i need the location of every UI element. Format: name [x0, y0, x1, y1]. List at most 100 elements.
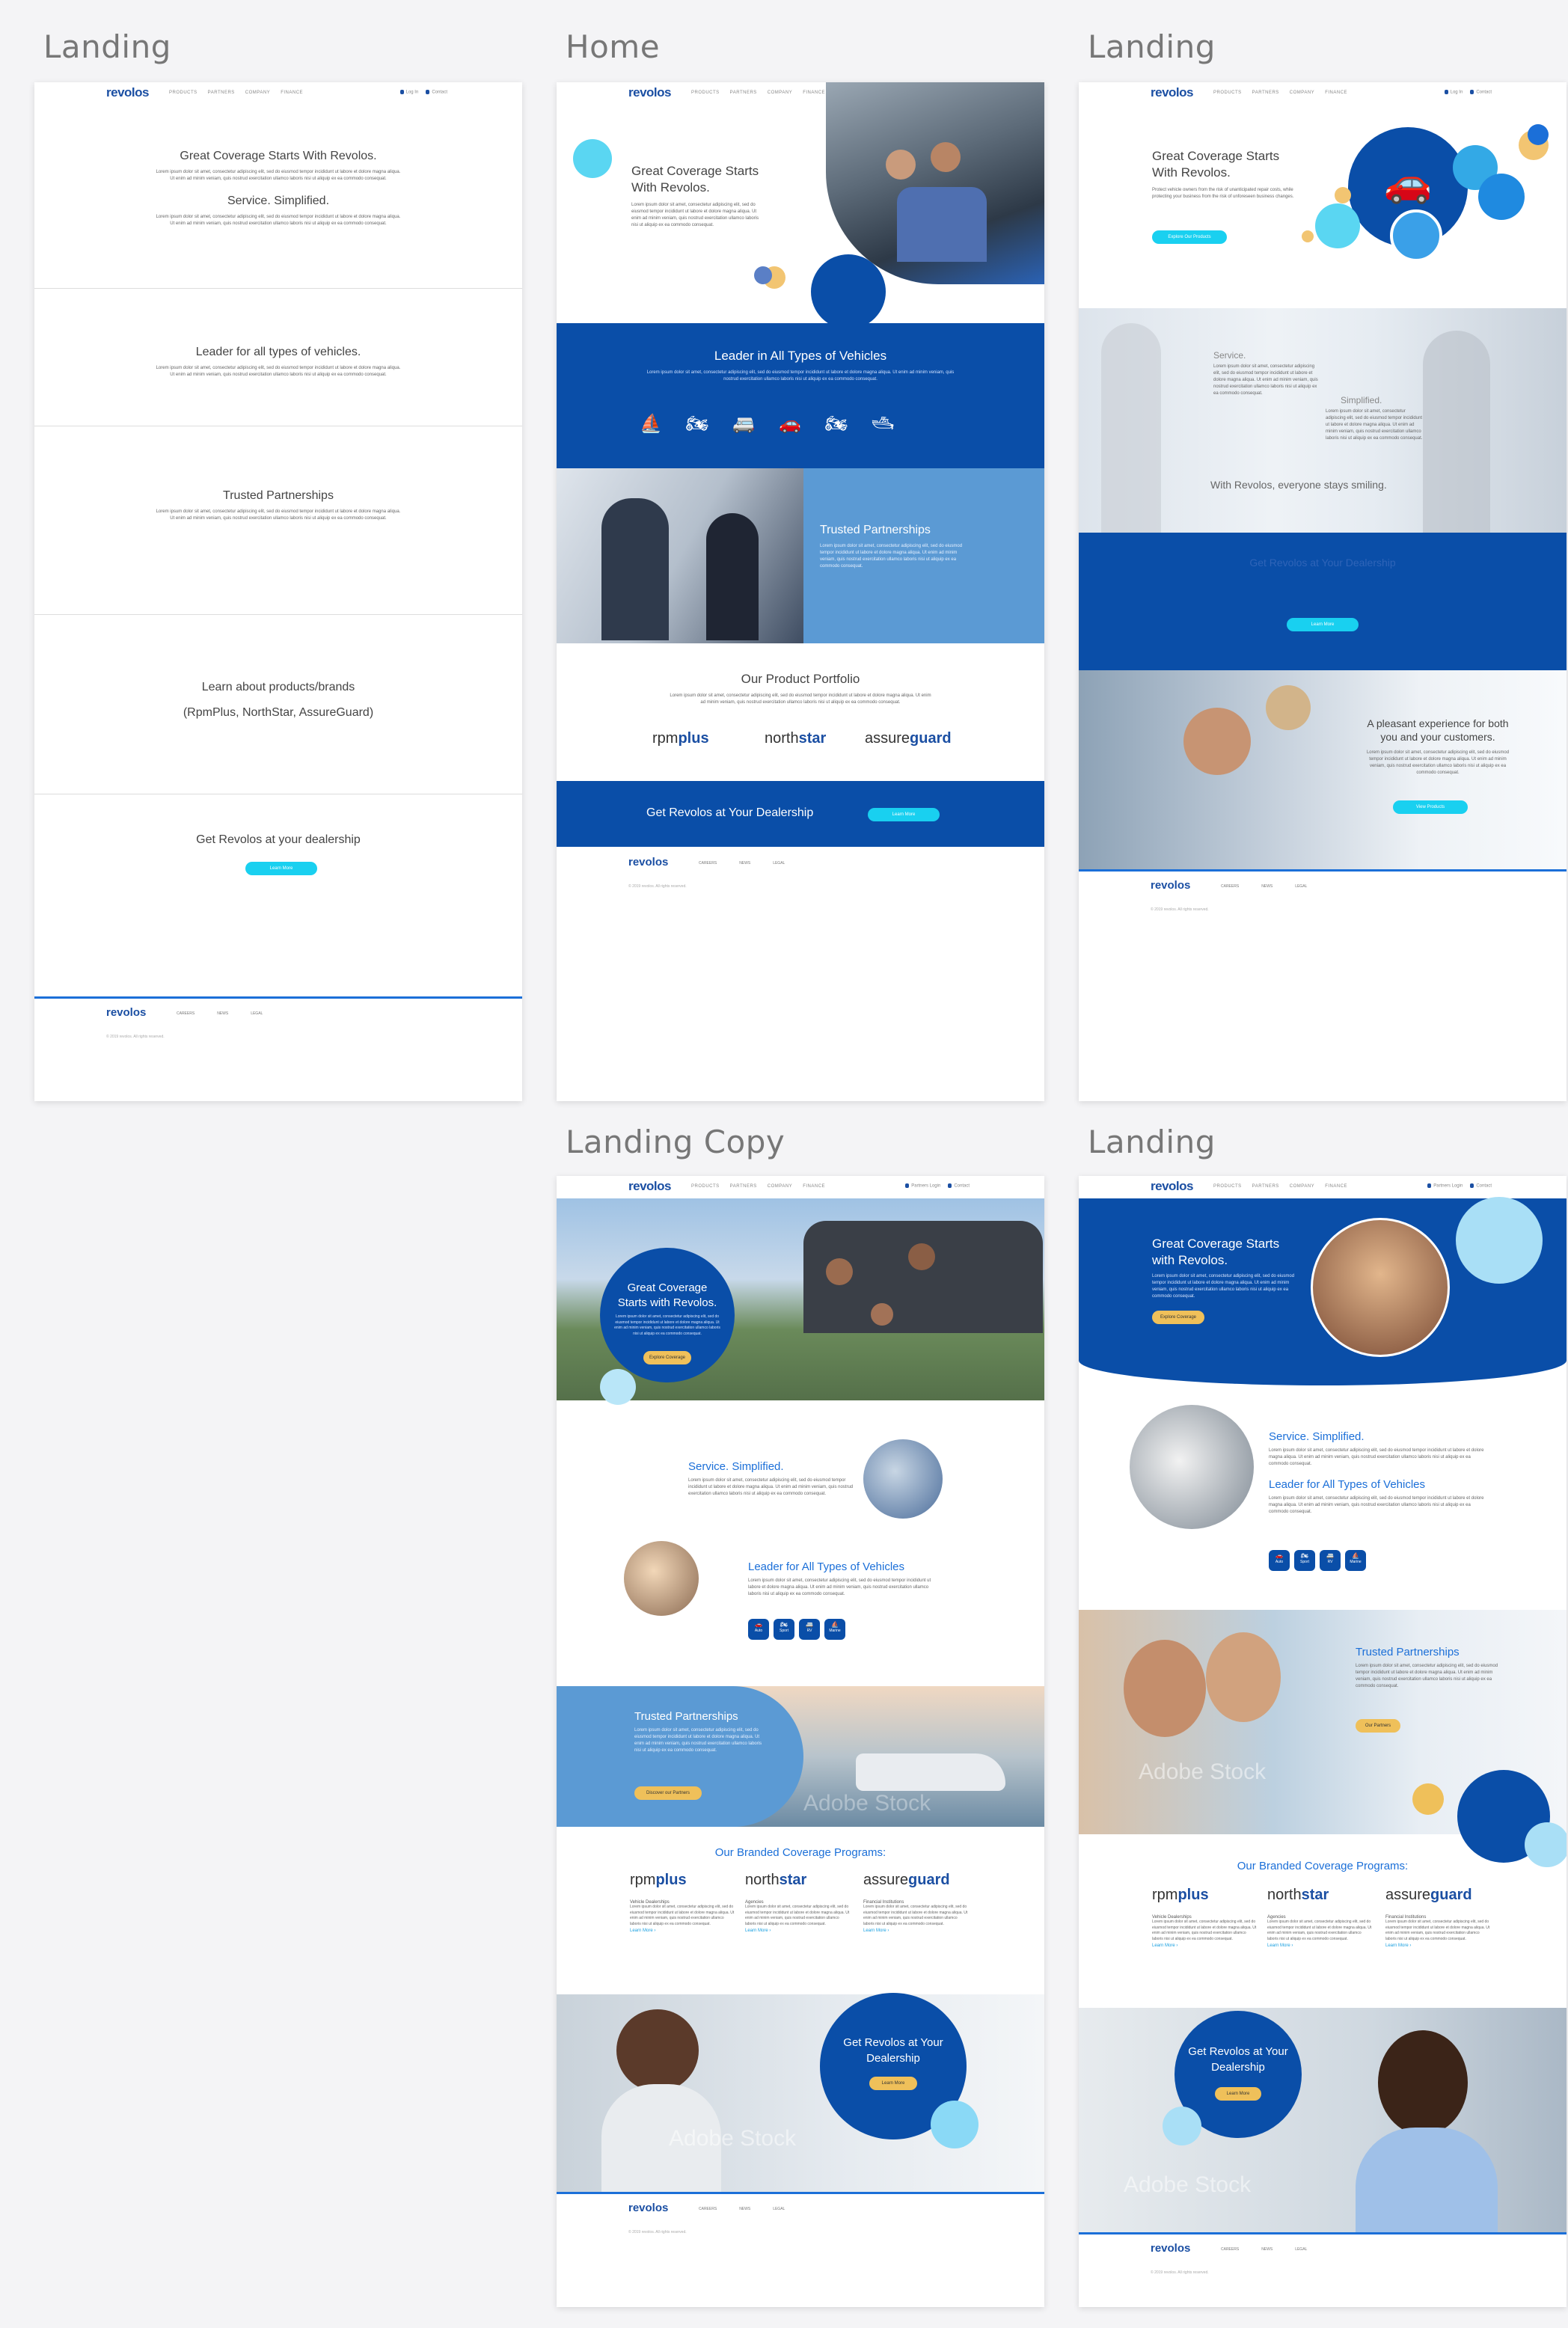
program-link[interactable]: Learn More ›: [1385, 1943, 1490, 1948]
contact-link[interactable]: Contact: [1470, 1183, 1492, 1189]
jetski-icon[interactable]: 🛥: [868, 413, 898, 434]
northstar-logo[interactable]: northstar: [745, 1872, 806, 1889]
nav-link[interactable]: PRODUCTS: [169, 91, 197, 95]
northstar-logo[interactable]: northstar: [1267, 1887, 1329, 1904]
footer-link[interactable]: CAREERS: [1221, 884, 1239, 889]
footer: revolos CAREERS NEWS LEGAL © 2019 revolo…: [1079, 2232, 1567, 2292]
learn-more-button[interactable]: Learn More: [869, 2077, 917, 2090]
assureguard-logo[interactable]: assureguard: [865, 730, 952, 747]
contact-link[interactable]: Contact: [1470, 90, 1492, 95]
footer-logo[interactable]: revolos: [106, 1006, 146, 1019]
motorcycle-icon[interactable]: 🏍: [821, 413, 851, 434]
logo[interactable]: revolos: [1151, 1179, 1193, 1194]
contact-link[interactable]: Contact: [426, 90, 447, 95]
footer-link[interactable]: LEGAL: [1295, 2247, 1307, 2252]
frame-landing-circles[interactable]: revolos PRODUCTS PARTNERS COMPANY FINANC…: [1079, 82, 1567, 1101]
nav-link[interactable]: COMPANY: [768, 1184, 792, 1189]
footer-link[interactable]: NEWS: [739, 861, 750, 866]
footer-link[interactable]: CAREERS: [1221, 2247, 1239, 2252]
learn-more-button[interactable]: Learn More: [1287, 618, 1359, 631]
explore-products-button[interactable]: Explore Our Products: [1152, 230, 1227, 244]
logo[interactable]: revolos: [628, 1179, 671, 1194]
nav-link[interactable]: COMPANY: [1290, 1184, 1314, 1189]
footer-link[interactable]: NEWS: [1261, 884, 1273, 889]
view-products-button[interactable]: View Products: [1393, 800, 1468, 814]
rv-tile[interactable]: 🚐 RV: [1320, 1550, 1341, 1571]
footer-link[interactable]: LEGAL: [773, 861, 785, 866]
nav-link[interactable]: PARTNERS: [1252, 91, 1279, 95]
rpmplus-logo[interactable]: rpmplus: [652, 730, 709, 747]
nav-link[interactable]: PRODUCTS: [1213, 91, 1242, 95]
footer-link[interactable]: LEGAL: [251, 1011, 263, 1016]
sport-tile[interactable]: 🏍 Sport: [774, 1619, 794, 1640]
program-link[interactable]: Learn More ›: [1267, 1943, 1372, 1948]
footer-logo[interactable]: revolos: [1151, 879, 1190, 892]
learn-more-button[interactable]: Learn More: [1215, 2087, 1261, 2101]
login-link[interactable]: Log In: [1444, 90, 1463, 95]
nav-link[interactable]: PRODUCTS: [691, 91, 720, 95]
footer-link[interactable]: LEGAL: [1295, 884, 1307, 889]
partners-login-link[interactable]: Partners Login: [905, 1183, 940, 1189]
learn-more-button[interactable]: Learn More: [868, 808, 940, 821]
discover-partners-button[interactable]: Discover our Partners: [634, 1786, 702, 1800]
copyright: © 2019 revolos. All rights reserved.: [1151, 907, 1209, 912]
learn-more-button[interactable]: Learn More: [245, 862, 317, 875]
atv-icon[interactable]: 🏍: [682, 413, 712, 434]
nav-link[interactable]: FINANCE: [803, 91, 825, 95]
footer-link[interactable]: LEGAL: [773, 2207, 785, 2211]
car-icon[interactable]: 🚗: [775, 413, 805, 434]
auto-tile[interactable]: 🚗 Auto: [748, 1619, 769, 1640]
rv-icon[interactable]: 🚐: [729, 413, 759, 434]
nav-link[interactable]: PRODUCTS: [691, 1184, 720, 1189]
our-partners-button[interactable]: Our Partners: [1356, 1719, 1400, 1733]
footer-logo[interactable]: revolos: [1151, 2242, 1190, 2255]
program-link[interactable]: Learn More ›: [745, 1929, 850, 1933]
program-link[interactable]: Learn More ›: [630, 1929, 735, 1933]
program-link[interactable]: Learn More ›: [863, 1929, 968, 1933]
nav-link[interactable]: PRODUCTS: [1213, 1184, 1242, 1189]
nav-link[interactable]: COMPANY: [1290, 91, 1314, 95]
footer-logo[interactable]: revolos: [628, 856, 668, 869]
logo[interactable]: revolos: [628, 85, 671, 100]
sport-tile[interactable]: 🏍 Sport: [1294, 1550, 1315, 1571]
nav-link[interactable]: FINANCE: [1325, 1184, 1347, 1189]
nav-link[interactable]: PARTNERS: [730, 1184, 757, 1189]
frame-landing-final[interactable]: revolos PRODUCTS PARTNERS COMPANY FINANC…: [1079, 1176, 1567, 2307]
marine-tile[interactable]: ⛵ Marine: [1345, 1550, 1366, 1571]
partners-login-link[interactable]: Partners Login: [1427, 1183, 1463, 1189]
rv-tile[interactable]: 🚐 RV: [799, 1619, 820, 1640]
nav-link[interactable]: COMPANY: [245, 91, 270, 95]
login-link[interactable]: Log In: [399, 90, 418, 95]
marine-tile[interactable]: ⛵ Marine: [824, 1619, 845, 1640]
footer-link[interactable]: NEWS: [217, 1011, 228, 1016]
footer-link[interactable]: CAREERS: [699, 861, 717, 866]
footer-link[interactable]: CAREERS: [177, 1011, 195, 1016]
explore-coverage-button[interactable]: Explore Coverage: [643, 1351, 691, 1364]
logo[interactable]: revolos: [1151, 85, 1193, 100]
nav-link[interactable]: PARTNERS: [1252, 1184, 1279, 1189]
nav-link[interactable]: FINANCE: [1325, 91, 1347, 95]
nav-link[interactable]: PARTNERS: [208, 91, 235, 95]
frame-landing-copy[interactable]: revolos PRODUCTS PARTNERS COMPANY FINANC…: [557, 1176, 1044, 2307]
contact-link[interactable]: Contact: [948, 1183, 970, 1189]
footer-logo[interactable]: revolos: [628, 2202, 668, 2214]
explore-coverage-button[interactable]: Explore Coverage: [1152, 1311, 1204, 1324]
footer-link[interactable]: NEWS: [1261, 2247, 1273, 2252]
nav-link[interactable]: FINANCE: [281, 91, 303, 95]
program-link[interactable]: Learn More ›: [1152, 1943, 1257, 1948]
auto-tile[interactable]: 🚗 Auto: [1269, 1550, 1290, 1571]
rpmplus-logo[interactable]: rpmplus: [1152, 1887, 1209, 1904]
footer-link[interactable]: NEWS: [739, 2207, 750, 2211]
nav-link[interactable]: COMPANY: [768, 91, 792, 95]
nav-link[interactable]: PARTNERS: [730, 91, 757, 95]
northstar-logo[interactable]: northstar: [765, 730, 826, 747]
boat-icon[interactable]: ⛵: [636, 413, 666, 434]
footer-link[interactable]: CAREERS: [699, 2207, 717, 2211]
logo[interactable]: revolos: [106, 85, 149, 100]
frame-wireframe[interactable]: revolos PRODUCTS PARTNERS COMPANY FINANC…: [34, 82, 522, 1101]
frame-home[interactable]: revolos PRODUCTS PARTNERS COMPANY FINANC…: [557, 82, 1044, 1101]
assureguard-logo[interactable]: assureguard: [863, 1872, 950, 1889]
rpmplus-logo[interactable]: rpmplus: [630, 1872, 687, 1889]
assureguard-logo[interactable]: assureguard: [1385, 1887, 1472, 1904]
nav-link[interactable]: FINANCE: [803, 1184, 825, 1189]
